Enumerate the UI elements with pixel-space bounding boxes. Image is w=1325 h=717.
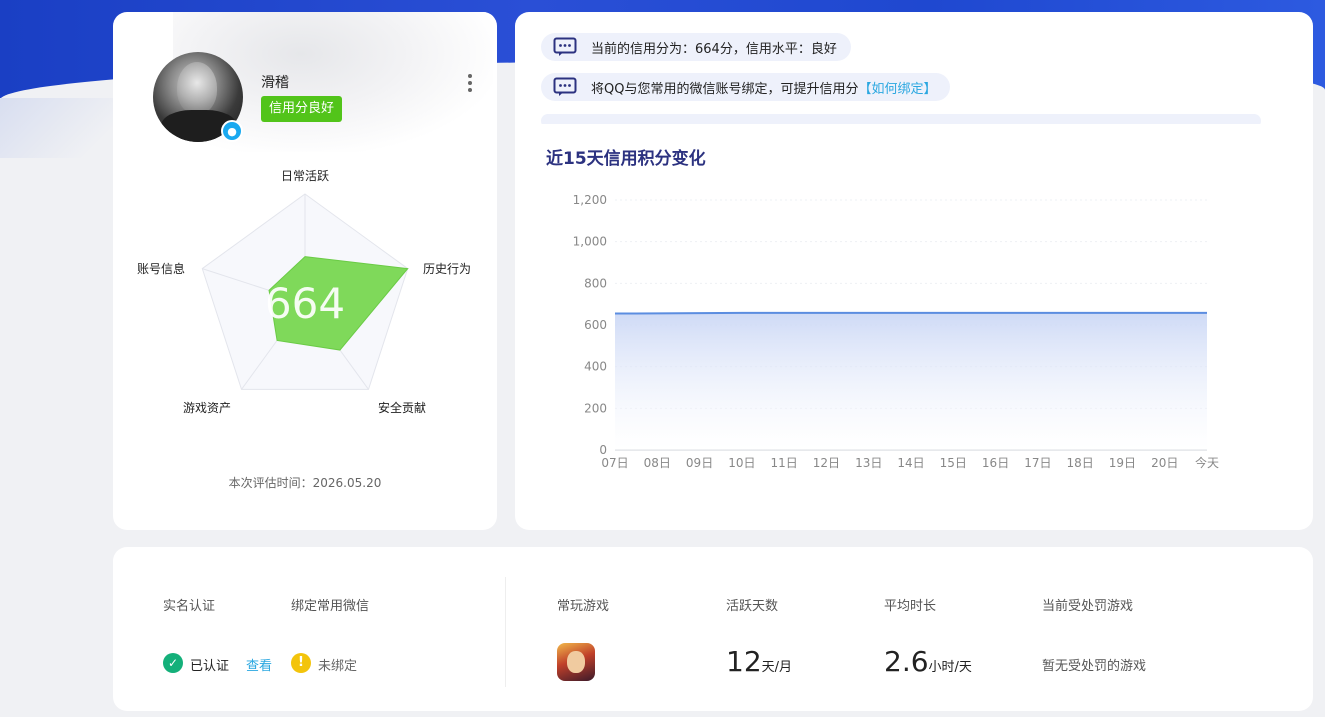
message-icon xyxy=(553,37,577,56)
x-tick-label: 09日 xyxy=(686,456,713,470)
x-tick-label: 17日 xyxy=(1024,456,1051,470)
radar-label-game-assets: 游戏资产 xyxy=(183,401,232,415)
stats-divider xyxy=(505,577,506,687)
check-circle-icon: ✓ xyxy=(163,653,183,673)
tip-bind-wechat: 将QQ与您常用的微信账号绑定，可提升信用分 【如何绑定】 xyxy=(541,73,951,101)
evaluation-time-value: 2026.05.20 xyxy=(312,476,382,490)
nickname: 滑稽 xyxy=(261,75,289,91)
x-tick-label: 14日 xyxy=(897,456,924,470)
tip-text: 将QQ与您常用的微信账号绑定，可提升信用分 xyxy=(591,81,859,97)
avatar-face xyxy=(177,62,217,114)
avg-duration-heading: 平均时长 xyxy=(884,599,937,614)
x-tick-label: 10日 xyxy=(728,456,755,470)
more-vertical-icon[interactable] xyxy=(465,72,475,96)
x-tick-label: 20日 xyxy=(1151,456,1178,470)
tip-current-score: 当前的信用分为：664分，信用水平：良好 xyxy=(541,33,851,61)
credit-level-badge: 信用分良好 xyxy=(261,96,343,122)
y-tick-label: 1,000 xyxy=(573,235,607,249)
x-tick-label: 12日 xyxy=(813,456,840,470)
punished-games-value: 暂无受处罚的游戏 xyxy=(1042,659,1147,674)
x-tick-label: 15日 xyxy=(940,456,967,470)
game-icon[interactable] xyxy=(557,643,595,681)
avg-duration-unit: 小时/天 xyxy=(928,660,972,675)
punished-games-heading: 当前受处罚游戏 xyxy=(1042,599,1134,614)
profile-card: ● 滑稽 信用分良好 664 日常活跃 历史行为 安全贡献 游戏资产 账号信息 … xyxy=(113,12,497,530)
evaluation-time: 本次评估时间：2026.05.20 xyxy=(113,474,497,491)
y-tick-label: 800 xyxy=(584,276,607,290)
x-tick-label: 16日 xyxy=(982,456,1009,470)
y-tick-label: 200 xyxy=(584,401,607,415)
active-days-value: 12天/月 xyxy=(726,645,792,678)
credit-chart-card: 当前的信用分为：664分，信用水平：良好 将QQ与您常用的微信账号绑定，可提升信… xyxy=(515,12,1313,530)
realname-status: 已认证 xyxy=(190,659,230,674)
chart-title: 近15天信用积分变化 xyxy=(546,149,706,169)
x-tick-label: 18日 xyxy=(1067,456,1094,470)
radar-label-history: 历史行为 xyxy=(423,262,472,276)
y-tick-label: 600 xyxy=(584,318,607,332)
warning-circle-icon: ! xyxy=(291,653,311,673)
x-tick-label: 19日 xyxy=(1109,456,1136,470)
radar-label-security: 安全贡献 xyxy=(378,401,427,415)
avg-duration-value: 2.6小时/天 xyxy=(884,645,972,678)
active-days-unit: 天/月 xyxy=(761,660,793,675)
credit-line-chart: 0 200 400 600 800 1,000 1,200 07日 08日 09日 10日 11日 12… xyxy=(573,193,1219,470)
radar-chart: 664 xyxy=(201,193,409,390)
wechat-heading: 绑定常用微信 xyxy=(291,599,370,614)
how-to-bind-link[interactable]: 【如何绑定】 xyxy=(858,78,936,97)
active-days-number: 12 xyxy=(726,645,762,678)
y-tick-label: 0 xyxy=(599,443,607,457)
series-area xyxy=(615,312,1207,450)
x-tick-label: 今天 xyxy=(1195,455,1219,470)
x-tick-label: 07日 xyxy=(601,456,628,470)
radar-label-account-info: 账号信息 xyxy=(137,262,186,276)
tip-overflow-fade xyxy=(541,114,1261,124)
realname-heading: 实名认证 xyxy=(163,599,216,614)
x-tick-label: 11日 xyxy=(771,456,798,470)
tip-text: 当前的信用分为：664分，信用水平：良好 xyxy=(591,41,837,57)
x-tick-label: 13日 xyxy=(855,456,882,470)
radar-label-daily-active: 日常活跃 xyxy=(281,169,330,183)
message-icon xyxy=(553,77,577,96)
background-wave xyxy=(0,98,120,158)
credit-score: 664 xyxy=(265,279,345,328)
x-tick-label: 08日 xyxy=(644,456,671,470)
qq-penguin-icon: ● xyxy=(221,120,243,142)
active-days-heading: 活跃天数 xyxy=(726,599,779,614)
frequent-game-heading: 常玩游戏 xyxy=(557,599,610,614)
evaluation-time-label: 本次评估时间： xyxy=(228,476,313,490)
avg-duration-number: 2.6 xyxy=(884,645,929,678)
view-realname-link[interactable]: 查看 xyxy=(246,655,272,674)
stats-card: 实名认证 绑定常用微信 ✓ 已认证 查看 ! 未绑定 常玩游戏 活跃天数 12天… xyxy=(113,547,1313,711)
y-tick-label: 400 xyxy=(584,360,607,374)
y-tick-label: 1,200 xyxy=(573,193,607,207)
wechat-status: 未绑定 xyxy=(318,659,358,674)
